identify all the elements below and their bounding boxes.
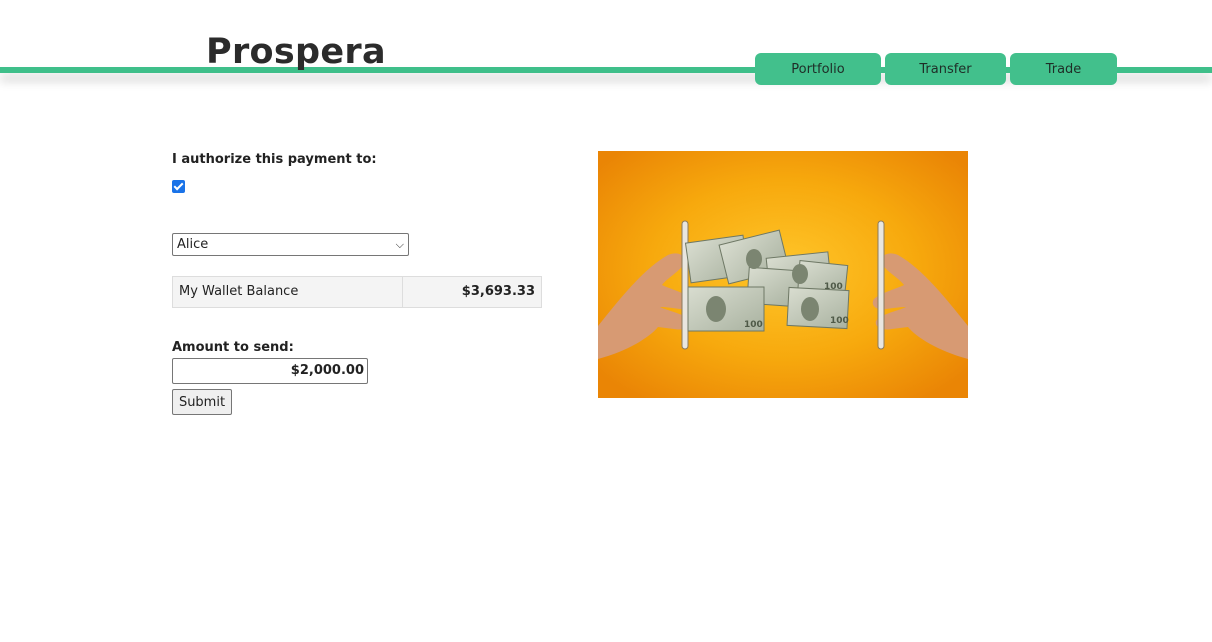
svg-text:100: 100: [830, 316, 849, 326]
svg-text:100: 100: [824, 282, 843, 292]
svg-text:100: 100: [744, 320, 763, 330]
wallet-balance-value: $3,693.33: [461, 284, 535, 299]
authorize-checkbox[interactable]: [172, 180, 185, 193]
wallet-balance-table: My Wallet Balance $3,693.33: [172, 276, 542, 308]
amount-input[interactable]: $2,000.00: [172, 358, 368, 384]
recipient-select[interactable]: Alice ⌵: [172, 233, 409, 256]
recipient-selected-value: Alice: [177, 237, 209, 252]
site-header: Prospera Portfolio Transfer Trade: [0, 0, 1212, 100]
money-transfer-image: 100 100 100: [598, 151, 968, 398]
nav-trade-button[interactable]: Trade: [1010, 53, 1117, 85]
submit-button[interactable]: Submit: [172, 389, 232, 415]
nav-portfolio-button[interactable]: Portfolio: [755, 53, 881, 85]
authorize-label: I authorize this payment to:: [172, 152, 377, 167]
nav-transfer-button[interactable]: Transfer: [885, 53, 1006, 85]
chevron-down-icon: ⌵: [395, 238, 404, 251]
brand-logo-text[interactable]: Prospera: [206, 30, 386, 74]
amount-label: Amount to send:: [172, 340, 294, 355]
wallet-balance-label: My Wallet Balance: [173, 277, 403, 307]
